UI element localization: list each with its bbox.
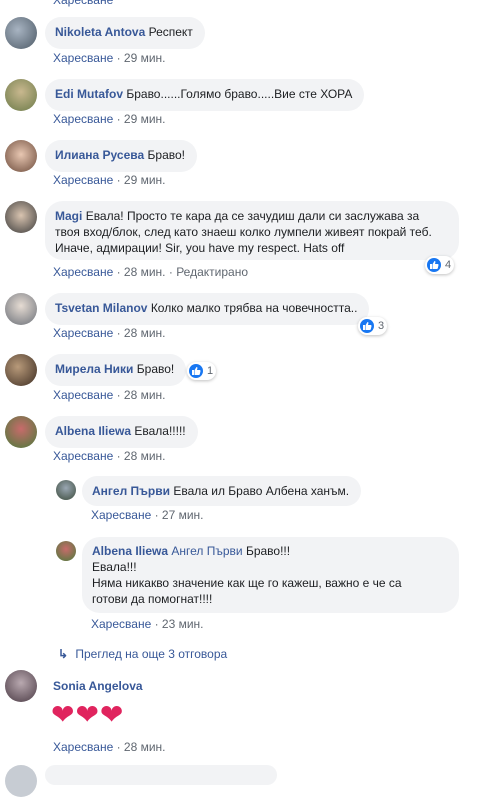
- comment-meta: Харесване · 28 мин.: [53, 326, 166, 340]
- reply-text-line: готови да помогнат!!!!: [92, 592, 213, 606]
- avatar[interactable]: [5, 79, 37, 111]
- commenter-name[interactable]: Albena Iliewa: [55, 424, 131, 438]
- timestamp[interactable]: 28 мин.: [124, 326, 166, 340]
- like-link[interactable]: Харесване: [53, 112, 113, 126]
- reaction-number: 3: [378, 320, 385, 332]
- reply-meta: Харесване · 23 мин.: [91, 617, 204, 631]
- comment-bubble: [45, 765, 277, 785]
- reply-text-line: Няма никакво значение как ще го кажеш, в…: [92, 576, 402, 590]
- replier-name[interactable]: Albena Iliewa: [92, 544, 168, 558]
- mention-link[interactable]: Ангел Първи: [171, 544, 242, 558]
- comment-meta: Харесване · 29 мин.: [53, 112, 166, 126]
- hearts-emoji: ❤❤❤: [51, 698, 125, 731]
- reply-avatar[interactable]: [56, 480, 76, 500]
- reply-text: Браво!!!: [245, 544, 291, 558]
- reply-arrow-icon: ↳: [58, 647, 69, 661]
- timestamp[interactable]: 29 мин.: [124, 51, 166, 65]
- edited-label[interactable]: Редактирано: [176, 265, 248, 279]
- avatar[interactable]: [5, 140, 37, 172]
- comment-meta-partial: Харесване: [53, 0, 113, 7]
- timestamp[interactable]: 28 мин.: [124, 388, 166, 402]
- like-link[interactable]: Харесване: [53, 326, 113, 340]
- comment-text: Евала! Просто те кара да се зачудиш дали…: [55, 209, 432, 255]
- like-link[interactable]: Харесване: [53, 388, 113, 402]
- comment-text: Браво!: [147, 148, 186, 162]
- reply-bubble: Ангел Първи Евала ил Браво Албена ханъм.: [82, 476, 362, 506]
- comment-bubble: Nikoleta Antova Респект: [45, 17, 205, 49]
- reaction-count[interactable]: 3: [358, 317, 388, 335]
- like-link[interactable]: Харесване: [91, 508, 151, 522]
- timestamp[interactable]: 28 мин.: [124, 740, 166, 754]
- comment-bubble: Edi Mutafov Браво......Голямо браво.....…: [45, 79, 365, 111]
- comment-meta: Харесване · 28 мин. · Редактирано: [53, 265, 248, 279]
- timestamp[interactable]: 29 мин.: [124, 173, 166, 187]
- comment-text: Евала!!!!!: [134, 424, 186, 438]
- comment-text: Браво......Голямо браво.....Вие сте ХОРА: [126, 87, 353, 101]
- reply-bubble: Albena Iliewa Ангел Първи Браво!!! Евала…: [82, 537, 459, 613]
- avatar[interactable]: [5, 293, 37, 325]
- reply-text: Евала ил Браво Албена ханъм.: [173, 484, 350, 498]
- comment-text: Браво!: [136, 362, 175, 376]
- like-link[interactable]: Харесване: [53, 265, 113, 279]
- avatar[interactable]: [5, 17, 37, 49]
- replier-name[interactable]: Ангел Първи: [92, 484, 170, 498]
- comment-meta: Харесване · 28 мин.: [53, 740, 166, 754]
- like-link[interactable]: Харесване: [53, 51, 113, 65]
- reaction-number: 4: [445, 259, 452, 271]
- like-reaction-icon: [360, 319, 374, 333]
- view-more-replies-link[interactable]: ↳ Преглед на още 3 отговора: [58, 647, 227, 661]
- reply-avatar[interactable]: [56, 541, 76, 561]
- like-reaction-icon: [189, 364, 203, 378]
- like-link[interactable]: Харесване: [53, 173, 113, 187]
- comment-bubble: Albena Iliewa Евала!!!!!: [45, 416, 198, 448]
- reply-meta: Харесване · 27 мин.: [91, 508, 204, 522]
- like-link[interactable]: Харесване: [53, 0, 113, 7]
- avatar[interactable]: [5, 765, 37, 797]
- comment-bubble: Мирела Ники Браво!: [45, 354, 187, 386]
- comment-meta: Харесване · 28 мин.: [53, 388, 166, 402]
- timestamp[interactable]: 28 мин.: [124, 449, 166, 463]
- commenter-name[interactable]: Sonia Angelova: [53, 679, 143, 693]
- avatar[interactable]: [5, 354, 37, 386]
- comment-meta: Харесване · 29 мин.: [53, 173, 166, 187]
- commenter-name[interactable]: Илиана Русева: [55, 148, 144, 162]
- comment-text: Колко малко трябва на човечността..: [150, 301, 358, 315]
- commenter-name[interactable]: Nikoleta Antova: [55, 25, 145, 39]
- like-link[interactable]: Харесване: [53, 740, 113, 754]
- comment-meta: Харесване · 29 мин.: [53, 51, 166, 65]
- commenter-name[interactable]: Edi Mutafov: [55, 87, 123, 101]
- avatar[interactable]: [5, 670, 37, 702]
- comment-meta: Харесване · 28 мин.: [53, 449, 166, 463]
- commenter-name[interactable]: Мирела Ники: [55, 362, 133, 376]
- avatar[interactable]: [5, 416, 37, 448]
- timestamp[interactable]: 27 мин.: [162, 508, 204, 522]
- reply-text-line: Евала!!!: [92, 560, 137, 574]
- timestamp[interactable]: 29 мин.: [124, 112, 166, 126]
- like-link[interactable]: Харесване: [91, 617, 151, 631]
- view-more-label: Преглед на още 3 отговора: [75, 647, 228, 661]
- timestamp[interactable]: 23 мин.: [162, 617, 204, 631]
- like-reaction-icon: [427, 258, 441, 272]
- commenter-name[interactable]: Magi: [55, 209, 82, 223]
- comment-text: Респект: [148, 25, 193, 39]
- like-link[interactable]: Харесване: [53, 449, 113, 463]
- commenter-name[interactable]: Tsvetan Milanov: [55, 301, 147, 315]
- comment-bubble: Илиана Русева Браво!: [45, 140, 198, 172]
- avatar[interactable]: [5, 201, 37, 233]
- comment-bubble: Magi Евала! Просто те кара да се зачудиш…: [45, 201, 459, 260]
- reaction-number: 1: [207, 365, 214, 377]
- comment-bubble: Tsvetan Milanov Колко малко трябва на чо…: [45, 293, 370, 325]
- reaction-count[interactable]: 4: [425, 256, 455, 274]
- reaction-count[interactable]: 1: [187, 362, 217, 380]
- timestamp[interactable]: 28 мин.: [124, 265, 166, 279]
